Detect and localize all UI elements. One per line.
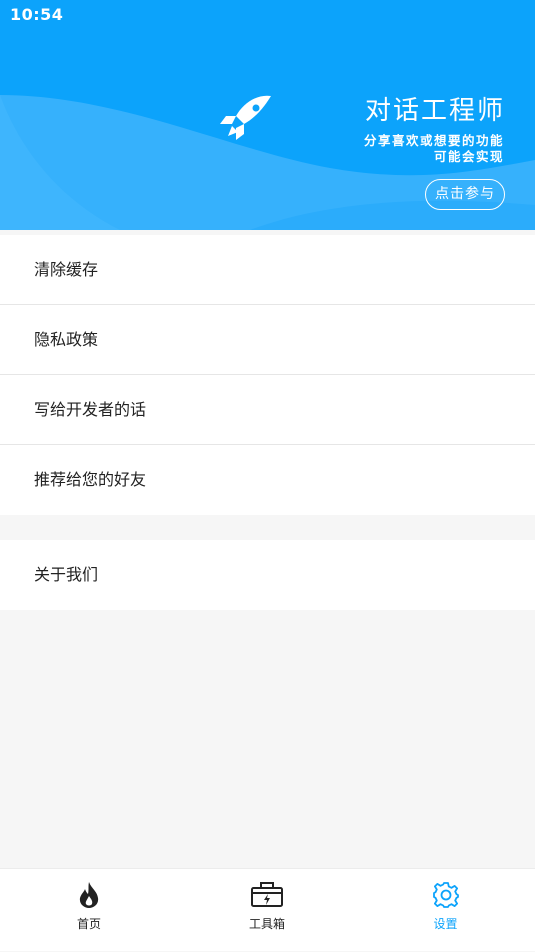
rocket-icon — [220, 95, 271, 140]
settings-group-main: 清除缓存 隐私政策 写给开发者的话 推荐给您的好友 — [0, 235, 535, 515]
hero-subtitle-line2: 可能会实现 — [433, 149, 504, 164]
bottom-tab-bar: 首页 工具箱 设置 — [0, 868, 535, 951]
tab-home[interactable]: 首页 — [0, 869, 178, 952]
toolbox-icon — [251, 882, 283, 907]
tab-toolbox-label: 工具箱 — [248, 917, 285, 931]
gear-icon — [432, 882, 459, 908]
tab-settings[interactable]: 设置 — [356, 869, 535, 952]
tab-settings-label: 设置 — [433, 917, 458, 931]
tab-toolbox[interactable]: 工具箱 — [178, 869, 356, 952]
clear-cache-item[interactable]: 清除缓存 — [0, 235, 535, 305]
settings-group-about: 关于我们 — [0, 540, 535, 610]
privacy-policy-item[interactable]: 隐私政策 — [0, 305, 535, 375]
recommend-to-friends-item[interactable]: 推荐给您的好友 — [0, 445, 535, 515]
message-to-developer-item[interactable]: 写给开发者的话 — [0, 375, 535, 445]
tab-home-label: 首页 — [76, 917, 101, 931]
join-button[interactable]: 点击参与 — [425, 179, 505, 210]
about-us-item[interactable]: 关于我们 — [0, 540, 535, 610]
status-time: 10:54 — [10, 5, 64, 24]
profile-header: 10:54 对话工程师 分享喜欢或想要的功能 可能会实现 点击参与 — [0, 0, 535, 230]
flame-icon — [79, 882, 99, 908]
hero-title: 对话工程师 — [364, 96, 505, 126]
